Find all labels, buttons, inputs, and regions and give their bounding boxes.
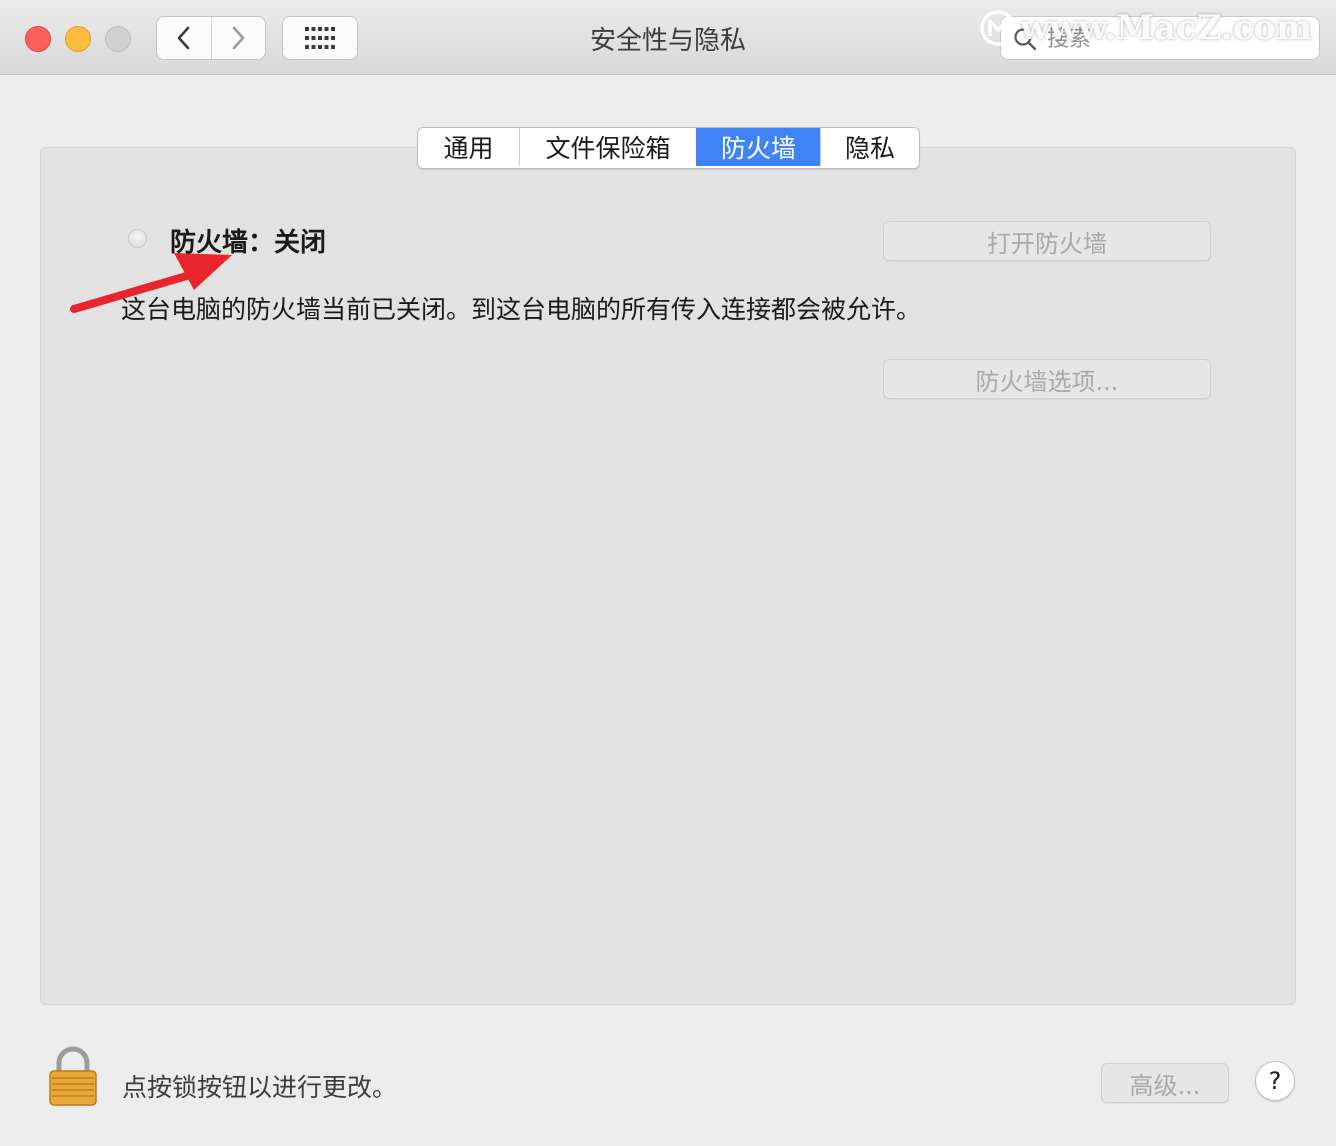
tab-filevault[interactable]: 文件保险箱 [519, 128, 696, 166]
watermark: www.MacZ.com [978, 6, 1312, 50]
lock-hint-text: 点按锁按钮以进行更改。 [122, 1073, 398, 1102]
macz-logo-icon [980, 10, 1016, 46]
watermark-text: www.MacZ.com [1020, 8, 1313, 48]
tab-privacy[interactable]: 隐私 [820, 128, 919, 166]
advanced-button[interactable]: 高级... [1101, 1063, 1229, 1103]
firewall-options-button[interactable]: 防火墙选项... [883, 359, 1211, 399]
title-bar: 安全性与隐私 www.MacZ.com [0, 0, 1336, 75]
turn-on-firewall-button[interactable]: 打开防火墙 [883, 221, 1211, 261]
tab-bar: 通用 文件保险箱 防火墙 隐私 [417, 127, 920, 169]
annotation-arrow-icon [70, 253, 232, 313]
firewall-status-indicator [128, 229, 147, 248]
firewall-description: 这台电脑的防火墙当前已关闭。到这台电脑的所有传入连接都会被允许。 [121, 295, 922, 324]
tab-general[interactable]: 通用 [418, 128, 519, 166]
help-button[interactable]: ? [1255, 1061, 1295, 1101]
lock-icon[interactable] [46, 1046, 100, 1108]
tab-firewall[interactable]: 防火墙 [696, 128, 820, 166]
